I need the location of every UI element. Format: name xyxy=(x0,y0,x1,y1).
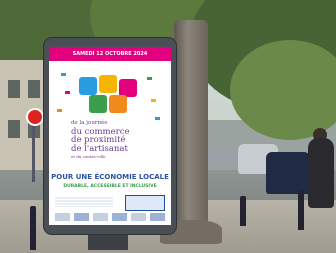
poster: SAMEDI 12 OCTOBRE 2024 de la journée du … xyxy=(49,47,171,225)
traffic-sign-icon xyxy=(26,108,44,126)
bollard xyxy=(30,206,36,250)
bollard xyxy=(240,196,246,226)
partner-logos xyxy=(55,213,165,221)
window xyxy=(8,120,20,138)
logo-square xyxy=(109,95,127,113)
window xyxy=(8,80,20,98)
poster-title-line: et du centre-ville xyxy=(71,154,106,159)
confetti xyxy=(151,99,156,102)
logo-square xyxy=(89,95,107,113)
partner-logo xyxy=(150,213,165,221)
kiosk-stand xyxy=(88,232,128,250)
poster-title-line: de l'artisanat xyxy=(71,143,128,154)
sign-pole xyxy=(32,122,35,182)
tree-foliage xyxy=(230,40,336,140)
window xyxy=(28,80,40,98)
person xyxy=(308,138,334,208)
street-scene: SAMEDI 12 OCTOBRE 2024 de la journée du … xyxy=(0,0,336,253)
logo-square xyxy=(79,77,97,95)
partner-logo xyxy=(112,213,127,221)
poster-tagline: DURABLE, ACCESSIBLE ET INCLUSIVE xyxy=(63,184,157,189)
bollard xyxy=(298,190,304,230)
partner-logo xyxy=(93,213,108,221)
confetti xyxy=(61,73,66,76)
partner-logo xyxy=(131,213,146,221)
poster-title: de la journée du commerce de proximité d… xyxy=(71,119,167,162)
poster-date-banner: SAMEDI 12 OCTOBRE 2024 xyxy=(49,47,171,61)
logo-square xyxy=(99,75,117,93)
confetti xyxy=(65,91,70,94)
smiley-logo-icon xyxy=(79,75,141,115)
poster-slogan: POUR UNE ÉCONOMIE LOCALE xyxy=(51,173,169,181)
confetti xyxy=(147,77,152,80)
partner-logo xyxy=(55,213,70,221)
poster-qr-panel xyxy=(125,195,165,211)
parked-car xyxy=(266,152,310,194)
confetti xyxy=(57,109,62,112)
poster-fine-print xyxy=(55,197,113,207)
parked-car xyxy=(210,148,240,168)
partner-logo xyxy=(74,213,89,221)
tree-trunk xyxy=(174,20,208,240)
